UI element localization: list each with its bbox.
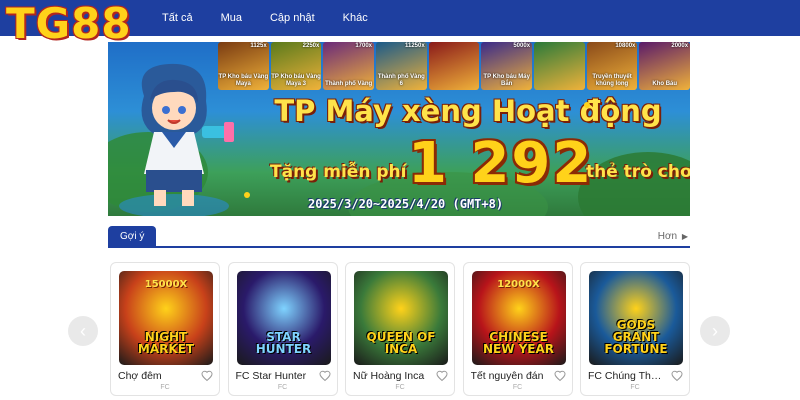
mascot-girl-illustration	[119, 63, 234, 216]
decor-coin	[584, 102, 590, 108]
thumbnail-multiplier: 10800x	[615, 43, 636, 49]
game-thumbnail[interactable]: QUEEN OF INCA	[354, 271, 448, 365]
page: Tất cả Mua Cập nhật Khác TG88 P 1125xTP …	[0, 0, 800, 400]
nav-item-buy[interactable]: Mua	[207, 12, 256, 24]
game-title: Chợ đêm	[118, 370, 162, 382]
thumbnail-label: Truyền thuyết khủng long	[592, 74, 632, 87]
carousel-prev-button[interactable]: ‹	[68, 316, 98, 346]
favorite-heart-icon[interactable]	[436, 370, 448, 382]
game-card[interactable]: 15000X NIGHT MARKET Chợ đêm FC	[110, 262, 220, 396]
brand-logo[interactable]: TG88	[6, 2, 132, 46]
game-thumbnail[interactable]: 15000X NIGHT MARKET	[119, 271, 213, 365]
game-title: Nữ Hoàng Inca	[353, 370, 425, 382]
section-header: Gợi ý Hơn ▶	[108, 226, 690, 248]
game-provider: FC	[630, 384, 640, 391]
chevron-right-icon: ›	[712, 321, 718, 341]
game-thumbnail[interactable]: GODS GRANT FORTUNE	[589, 271, 683, 365]
game-thumbnail[interactable]: 12000X CHINESE NEW YEAR	[471, 271, 566, 365]
game-carousel: 15000X NIGHT MARKET Chợ đêm FC STAR HUNTER FC…	[108, 262, 690, 396]
main-nav: Tất cả Mua Cập nhật Khác	[160, 0, 382, 36]
banner-game-thumbnails: 1125x TP Kho báu Vàng Maya 2250x TP Kho báu…	[218, 42, 690, 92]
nav-item-updates[interactable]: Cập nhật	[256, 12, 329, 24]
more-link-label: Hơn	[657, 231, 678, 242]
game-provider: FC	[160, 384, 170, 391]
thumbnail-multiplier: 11250x	[404, 43, 425, 49]
banner-thumbnail[interactable]	[428, 42, 480, 90]
game-art-title: QUEEN OF INCA	[366, 330, 436, 356]
promo-banner[interactable]: P 1125xTP Kho báu Vàng Maya2250xTP Kho b…	[108, 42, 690, 216]
thumbnail-multiplier: 5000x	[513, 43, 531, 49]
game-title: Tết nguyên đán	[470, 370, 544, 382]
game-art-title: CHINESE NEW YEAR	[482, 330, 555, 356]
more-link[interactable]: Hơn ▶	[658, 226, 688, 248]
game-title: FC Chúng Thần Ban Phước	[588, 370, 666, 382]
game-art-multiplier: 15000X	[144, 279, 188, 290]
game-card[interactable]: GODS GRANT FORTUNE FC Chúng Thần Ban Phướ…	[580, 262, 690, 396]
decor-coin	[244, 192, 250, 198]
thumbnail-multiplier: 1700x	[355, 43, 373, 49]
chevron-left-icon: ‹	[80, 321, 86, 341]
banner-date-range: 2025/3/20~2025/4/20 (GMT+8)	[308, 197, 504, 211]
banner-free-text: Tặng miễn phí	[270, 162, 407, 182]
banner-title: TP Máy xèng Hoạt động	[274, 94, 662, 128]
thumbnail-multiplier: 1125x	[250, 43, 267, 49]
game-art-title: NIGHT MARKET	[137, 330, 195, 356]
banner-thumbnail[interactable]: 5000x TP Kho báu Máy Bắn	[481, 42, 533, 90]
tab-recommended[interactable]: Gợi ý	[108, 226, 157, 248]
game-card[interactable]: 12000X CHINESE NEW YEAR Tết nguyên đán FC	[462, 262, 573, 396]
banner-free-count: 1 292	[408, 131, 594, 196]
game-title: FC Star Hunter	[235, 370, 307, 382]
game-provider: FC	[512, 384, 523, 391]
favorite-heart-icon[interactable]	[201, 370, 213, 382]
game-art-title: STAR HUNTER	[255, 330, 312, 356]
nav-item-other[interactable]: Khác	[329, 12, 382, 24]
banner-thumbnail[interactable]: 10800x Truyền thuyết khủng long	[586, 42, 638, 90]
nav-item-all[interactable]: Tất cả	[160, 12, 207, 24]
thumbnail-label: Thành phố Vàng 6	[377, 74, 425, 87]
game-provider: FC	[395, 384, 405, 391]
thumbnail-label: TP Kho báu Máy Bắn	[483, 74, 530, 87]
game-provider: FC	[277, 384, 288, 391]
game-card[interactable]: STAR HUNTER FC Star Hunter FC	[227, 262, 338, 396]
banner-thumbnail[interactable]: 2000x Kho Báu	[639, 42, 690, 90]
chevron-right-icon: ▶	[681, 232, 688, 241]
game-art-multiplier: 12000X	[497, 279, 540, 290]
game-art-title: GODS GRANT FORTUNE	[604, 318, 668, 356]
carousel-next-button[interactable]: ›	[700, 316, 730, 346]
favorite-heart-icon[interactable]	[318, 370, 331, 382]
thumbnail-multiplier: 2250x	[302, 43, 320, 49]
banner-thumbnail[interactable]: 11250x Thành phố Vàng 6	[376, 42, 427, 90]
thumbnail-label: Kho Báu	[652, 81, 678, 87]
banner-offer: Tặng miễn phí 1 292 thẻ trò chơi mỗi ngà…	[268, 131, 690, 200]
favorite-heart-icon[interactable]	[553, 370, 566, 382]
thumbnail-multiplier: 2000x	[671, 43, 689, 49]
favorite-heart-icon[interactable]	[671, 370, 683, 382]
banner-cards-text: thẻ trò chơi mỗi ngày	[586, 162, 690, 182]
game-thumbnail[interactable]: STAR HUNTER	[236, 271, 331, 365]
banner-thumbnail[interactable]	[534, 42, 585, 90]
banner-thumbnail[interactable]: 2250x TP Kho báu Vàng Maya 3	[270, 42, 322, 90]
banner-thumbnail[interactable]: 1700x Thành phố Vàng	[323, 42, 375, 90]
thumbnail-label: Thành phố Vàng	[325, 81, 373, 87]
thumbnail-label: TP Kho báu Vàng Maya 3	[271, 74, 321, 87]
game-card[interactable]: QUEEN OF INCA Nữ Hoàng Inca FC	[345, 262, 455, 396]
